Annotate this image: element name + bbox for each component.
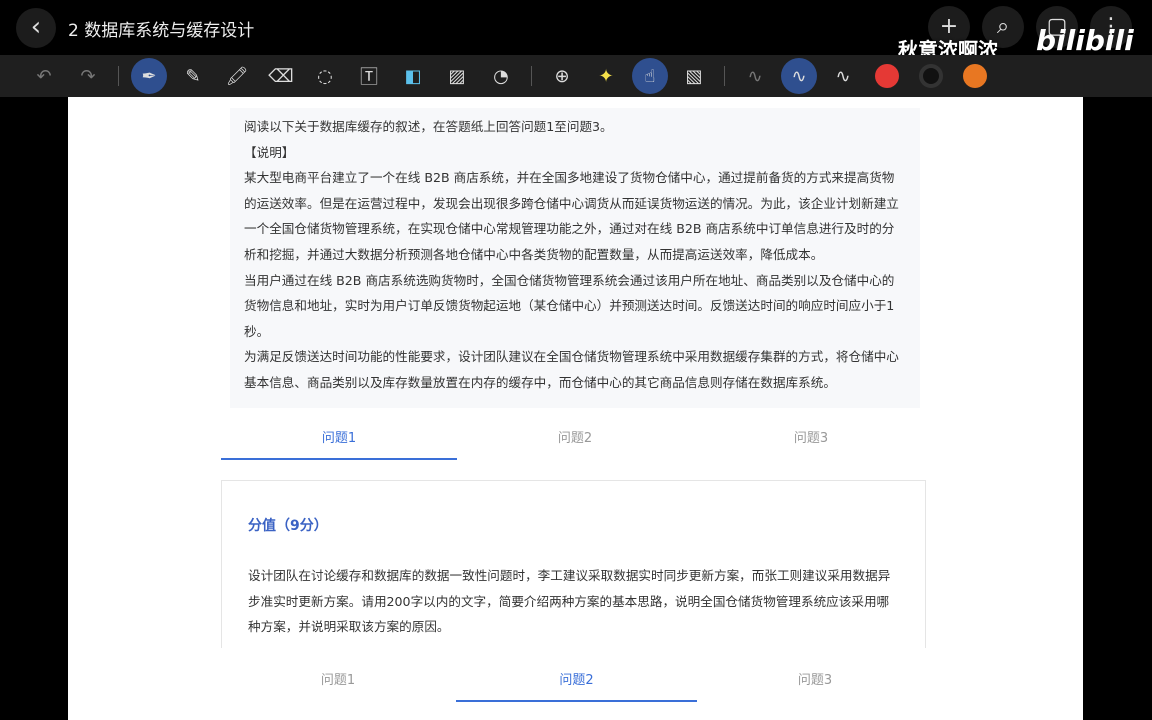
pen-icon[interactable]: ✒ <box>131 58 167 94</box>
zoom-icon[interactable]: ⊕ <box>544 58 580 94</box>
eraser-icon[interactable]: ⌫ <box>263 58 299 94</box>
tab-question-3[interactable]: 问题3 <box>693 424 929 460</box>
divider <box>118 66 119 86</box>
color-swatch <box>919 64 943 88</box>
question-tabs: 问题1 问题2 问题3 <box>221 424 929 460</box>
tab-question-3[interactable]: 问题3 <box>697 666 933 702</box>
case-description: 阅读以下关于数据库缓存的叙述，在答题纸上回答问题1至问题3。 【说明】 某大型电… <box>230 108 920 408</box>
score-label: 分值（9分） <box>248 518 328 534</box>
question-card: 分值（9分） 设计团队在讨论缓存和数据库的数据一致性问题时，李工建议采取数据实时… <box>221 480 926 648</box>
tab-question-1[interactable]: 问题1 <box>220 666 456 702</box>
section-heading: 【说明】 <box>244 144 295 160</box>
question-text: 设计团队在讨论缓存和数据库的数据一致性问题时，李工建议采取数据实时同步更新方案，… <box>248 568 891 635</box>
shape-icon[interactable]: ◧ <box>395 58 431 94</box>
color-swatch <box>963 64 987 88</box>
sticker-icon[interactable]: ◔ <box>483 58 519 94</box>
bilibili-logo: bilibili <box>1036 24 1134 57</box>
instruction-text: 阅读以下关于数据库缓存的叙述，在答题纸上回答问题1至问题3。 <box>244 119 613 134</box>
document-title: 2 数据库系统与缓存设计 <box>68 21 255 41</box>
stroke-thin-icon[interactable]: ∿ <box>737 58 773 94</box>
hand-touch-icon[interactable]: ☝ <box>632 58 668 94</box>
undo-icon[interactable]: ↶ <box>26 58 62 94</box>
color-swatch <box>875 64 899 88</box>
drawing-toolbar: ↶ ↷ ✒ ✎ 🖍 ⌫ ◌ 🅃 ◧ ▨ ◔ ⊕ ✦ ☝ ▧ ∿ ∿ ∿ <box>0 55 1152 97</box>
redo-icon[interactable]: ↷ <box>70 58 106 94</box>
top-bar: ‹ 2 数据库系统与缓存设计 + ⌕ ▢ ⋮ 秋意浓啊浓 bilibili <box>0 0 1152 62</box>
text-icon[interactable]: 🅃 <box>351 58 387 94</box>
pencil-icon[interactable]: ✎ <box>175 58 211 94</box>
divider <box>531 66 532 86</box>
back-button[interactable]: ‹ <box>16 8 56 48</box>
tab-question-2[interactable]: 问题2 <box>456 666 697 702</box>
image-icon[interactable]: ▨ <box>439 58 475 94</box>
color-red[interactable] <box>869 58 905 94</box>
marker-icon[interactable]: 🖍 <box>219 58 255 94</box>
pattern-icon[interactable]: ▧ <box>676 58 712 94</box>
tab-question-1[interactable]: 问题1 <box>221 424 457 460</box>
color-black[interactable] <box>913 58 949 94</box>
paragraph: 为满足反馈送达时间功能的性能要求，设计团队建议在全国仓储货物管理系统中采用数据缓… <box>244 349 899 390</box>
stroke-thick-icon[interactable]: ∿ <box>825 58 861 94</box>
question-tabs-bottom: 问题1 问题2 问题3 <box>220 666 933 702</box>
tab-question-2[interactable]: 问题2 <box>457 424 693 460</box>
lasso-icon[interactable]: ◌ <box>307 58 343 94</box>
laser-pointer-icon[interactable]: ✦ <box>588 58 624 94</box>
stroke-medium-icon[interactable]: ∿ <box>781 58 817 94</box>
paragraph: 当用户通过在线 B2B 商店系统选购货物时，全国仓储货物管理系统会通过该用户所在… <box>244 272 895 339</box>
divider <box>724 66 725 86</box>
color-orange[interactable] <box>957 58 993 94</box>
paragraph: 某大型电商平台建立了一个在线 B2B 商店系统，并在全国多地建设了货物仓储中心，… <box>244 170 899 262</box>
